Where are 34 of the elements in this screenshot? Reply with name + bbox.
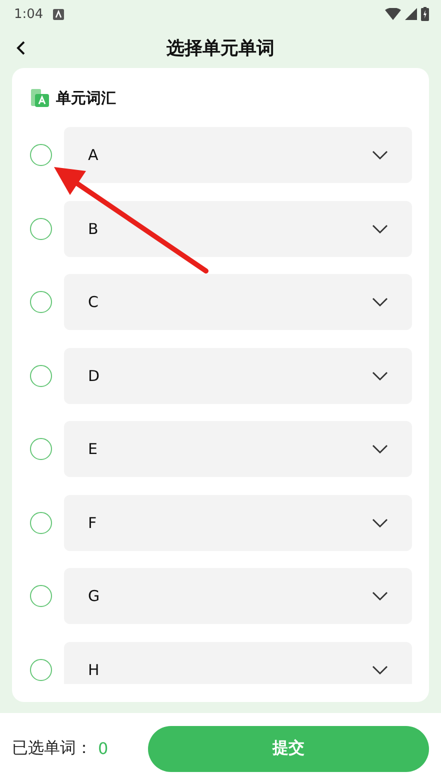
chevron-down-icon xyxy=(372,370,388,380)
radio-button[interactable] xyxy=(30,658,52,680)
chevron-down-icon xyxy=(372,591,388,601)
signal-icon xyxy=(405,8,417,20)
card-title: 单元词汇 xyxy=(56,88,116,108)
radio-button[interactable] xyxy=(30,218,52,240)
radio-button[interactable] xyxy=(30,438,52,460)
unit-dropdown[interactable]: D xyxy=(64,348,412,404)
unit-dropdown[interactable]: E xyxy=(64,421,412,477)
unit-dropdown[interactable]: C xyxy=(64,274,412,330)
unit-dropdown[interactable]: A xyxy=(64,127,412,183)
chevron-down-icon xyxy=(372,444,388,454)
radio-button[interactable] xyxy=(30,144,52,166)
chevron-down-icon xyxy=(372,224,388,234)
selected-count: 0 xyxy=(98,739,110,758)
page-title: 选择单元单词 xyxy=(166,37,274,60)
notification-icon xyxy=(53,8,64,20)
radio-button[interactable] xyxy=(30,291,52,313)
radio-button[interactable] xyxy=(30,512,52,534)
status-time: 1:04 xyxy=(14,6,44,22)
unit-dropdown[interactable]: H xyxy=(64,642,412,684)
radio-button[interactable] xyxy=(30,364,52,386)
wifi-icon xyxy=(385,8,401,20)
chevron-down-icon xyxy=(372,150,388,160)
book-icon xyxy=(30,88,50,108)
unit-dropdown[interactable]: G xyxy=(64,568,412,624)
selected-label: 已选单词： xyxy=(12,738,92,759)
radio-button[interactable] xyxy=(30,585,52,607)
battery-icon xyxy=(421,7,429,21)
unit-dropdown[interactable]: F xyxy=(64,494,412,550)
chevron-down-icon xyxy=(372,664,388,674)
chevron-down-icon xyxy=(372,518,388,528)
chevron-down-icon xyxy=(372,297,388,307)
unit-dropdown[interactable]: B xyxy=(64,200,412,256)
